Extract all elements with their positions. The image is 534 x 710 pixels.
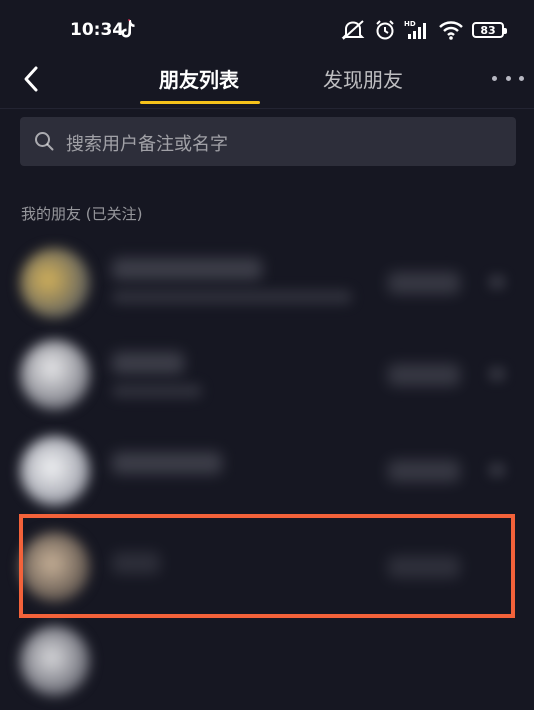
friend-name — [112, 352, 184, 374]
friend-subtitle — [112, 384, 202, 398]
more-horizontal-icon[interactable] — [492, 68, 524, 88]
friend-name — [112, 258, 262, 280]
message-button[interactable] — [388, 364, 460, 386]
battery-icon: 83 — [472, 22, 507, 38]
search-icon — [35, 132, 54, 151]
list-item[interactable] — [0, 422, 534, 520]
status-time: 10:34 — [70, 20, 125, 40]
status-icons: HD 83 — [340, 18, 507, 42]
more-icon[interactable] — [488, 462, 506, 478]
more-icon[interactable] — [488, 366, 506, 382]
avatar — [20, 248, 90, 318]
list-item[interactable] — [0, 234, 534, 332]
friend-subtitle — [112, 290, 352, 304]
alarm-icon — [376, 20, 394, 40]
avatar — [20, 436, 90, 506]
chevron-left-icon[interactable] — [14, 62, 50, 98]
friend-name — [112, 452, 222, 474]
highlight-box — [19, 514, 515, 618]
message-button[interactable] — [388, 272, 460, 294]
avatar — [20, 626, 90, 696]
section-title: 我的朋友 (已关注) — [21, 205, 143, 223]
svg-text:HD: HD — [404, 20, 416, 28]
search-input[interactable]: 搜索用户备注或名字 — [20, 117, 516, 166]
wifi-icon — [439, 21, 463, 40]
nav-bar: 朋友列表 发现朋友 — [0, 58, 534, 109]
tab-friend-list[interactable]: 朋友列表 — [159, 64, 239, 93]
list-item[interactable] — [0, 612, 534, 710]
battery-level: 83 — [480, 23, 496, 37]
tab-discover-friends[interactable]: 发现朋友 — [323, 64, 403, 93]
avatar — [20, 340, 90, 410]
search-placeholder: 搜索用户备注或名字 — [66, 134, 228, 155]
status-bar: 10:34 HD 83 — [0, 0, 534, 58]
mute-icon — [341, 20, 365, 40]
message-button[interactable] — [388, 460, 460, 482]
hd-signal-icon: HD — [404, 20, 426, 39]
more-icon[interactable] — [488, 274, 506, 290]
list-item[interactable] — [0, 326, 534, 424]
tiktok-icon — [121, 19, 135, 38]
active-tab-indicator — [140, 101, 260, 104]
